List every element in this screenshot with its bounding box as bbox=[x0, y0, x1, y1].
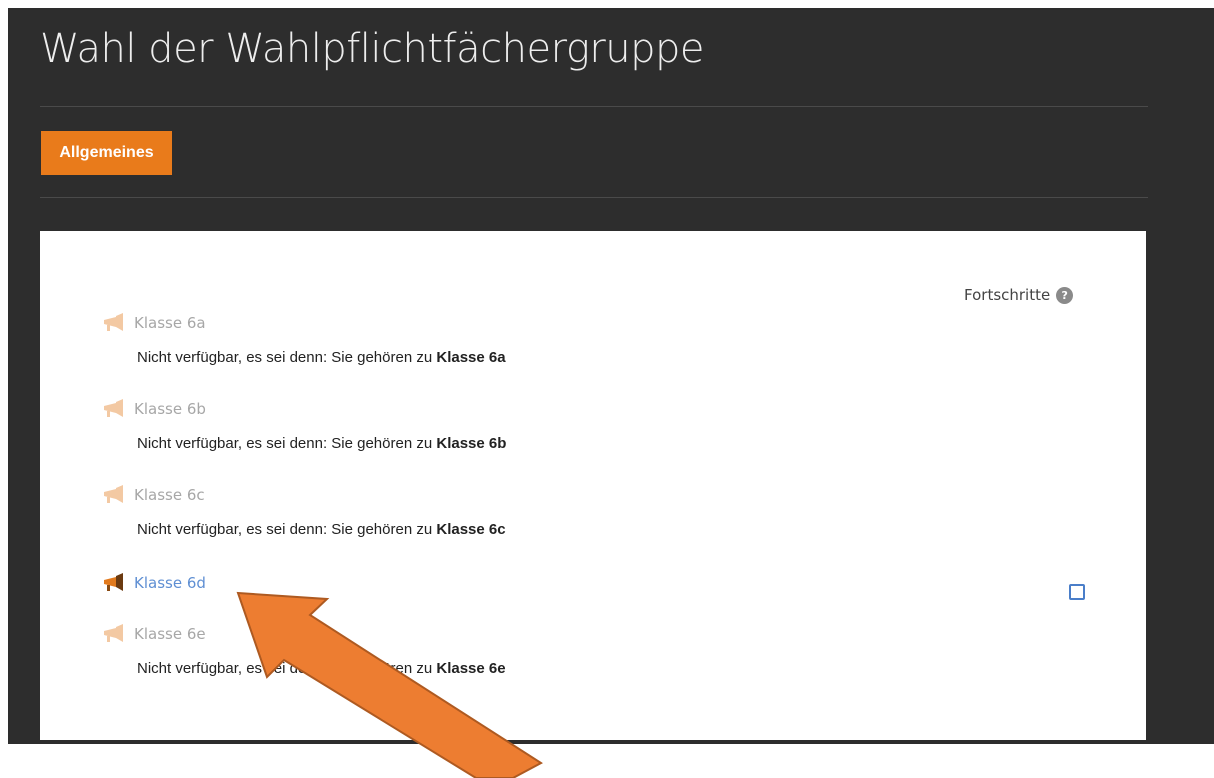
course-section-card: Fortschritte ? Klasse 6a Nicht verfügbar… bbox=[40, 231, 1146, 740]
activity-link-klasse-6a[interactable]: Klasse 6a bbox=[134, 314, 206, 332]
progress-header: Fortschritte ? bbox=[964, 286, 1074, 304]
activity-item: Klasse 6a Nicht verfügbar, es sei denn: … bbox=[102, 311, 506, 366]
restriction-note: Nicht verfügbar, es sei denn: Sie gehöre… bbox=[137, 349, 506, 366]
section-tab-allgemeines[interactable]: Allgemeines bbox=[41, 131, 172, 175]
activity-link-klasse-6d[interactable]: Klasse 6d bbox=[134, 574, 206, 592]
question-circle-icon[interactable]: ? bbox=[1056, 286, 1074, 304]
activity-link-klasse-6e[interactable]: Klasse 6e bbox=[134, 625, 206, 643]
restriction-group: Klasse 6b bbox=[436, 435, 507, 452]
megaphone-icon bbox=[104, 313, 123, 331]
restriction-text: Nicht verfügbar, es sei denn: Sie gehöre… bbox=[137, 660, 433, 677]
activity-link-klasse-6c[interactable]: Klasse 6c bbox=[134, 486, 205, 504]
restriction-text: Nicht verfügbar, es sei denn: Sie gehöre… bbox=[137, 349, 433, 366]
megaphone-icon bbox=[104, 399, 123, 417]
page-title: Wahl der Wahlpflichtfächergruppe bbox=[40, 26, 705, 72]
restriction-group: Klasse 6e bbox=[436, 660, 506, 677]
activity-item: Klasse 6e Nicht verfügbar, es sei denn: … bbox=[102, 622, 506, 677]
divider bbox=[40, 197, 1148, 198]
megaphone-icon bbox=[104, 624, 123, 642]
restriction-group: Klasse 6c bbox=[436, 521, 506, 538]
restriction-note: Nicht verfügbar, es sei denn: Sie gehöre… bbox=[137, 435, 506, 452]
restriction-note: Nicht verfügbar, es sei denn: Sie gehöre… bbox=[137, 521, 506, 538]
megaphone-icon bbox=[104, 485, 123, 503]
restriction-note: Nicht verfügbar, es sei denn: Sie gehöre… bbox=[137, 660, 506, 677]
progress-label: Fortschritte bbox=[964, 286, 1051, 304]
activity-item: Klasse 6c Nicht verfügbar, es sei denn: … bbox=[102, 483, 506, 538]
activity-item: Klasse 6b Nicht verfügbar, es sei denn: … bbox=[102, 397, 506, 452]
megaphone-icon bbox=[104, 573, 123, 591]
completion-checkbox[interactable] bbox=[1069, 584, 1085, 600]
restriction-text: Nicht verfügbar, es sei denn: Sie gehöre… bbox=[137, 521, 433, 538]
restriction-text: Nicht verfügbar, es sei denn: Sie gehöre… bbox=[137, 435, 433, 452]
activity-link-klasse-6b[interactable]: Klasse 6b bbox=[134, 400, 206, 418]
divider bbox=[40, 106, 1148, 107]
restriction-group: Klasse 6a bbox=[436, 349, 506, 366]
activity-item: Klasse 6d bbox=[102, 571, 206, 595]
